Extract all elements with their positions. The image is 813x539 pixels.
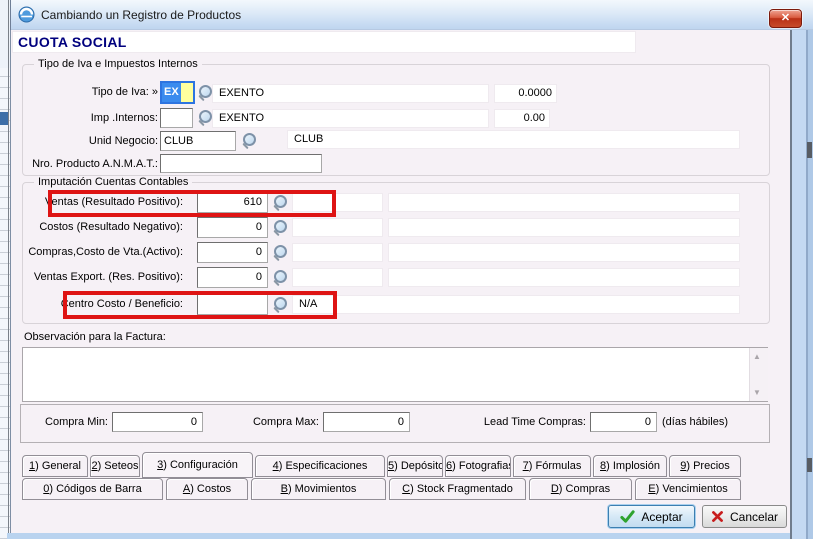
tab-seteos[interactable]: 2) Seteos	[90, 455, 140, 477]
lead-time-label: Lead Time Compras:	[460, 416, 586, 428]
unid-negocio-desc-field: CLUB	[287, 130, 740, 149]
tipo-iva-rate-field: 0.0000	[494, 84, 557, 103]
tab-implosi-n[interactable]: 8) Implosión	[593, 455, 667, 477]
highlight-box-centro-costo	[63, 291, 337, 319]
account-code-input[interactable]: 0	[197, 242, 268, 263]
iva-groupbox-legend: Tipo de Iva e Impuestos Internos	[34, 58, 202, 70]
tipo-iva-desc-field: EXENTO	[212, 84, 489, 103]
tab-movimientos[interactable]: B) Movimientos	[251, 478, 386, 500]
account-desc-field	[292, 218, 383, 237]
product-name-field: CUOTA SOCIAL	[12, 31, 636, 53]
compra-min-label: Compra Min:	[20, 416, 108, 428]
window-right-border	[790, 30, 813, 539]
scroll-up-icon[interactable]: ▲	[753, 353, 761, 361]
cuentas-groupbox-legend: Imputación Cuentas Contables	[34, 176, 192, 188]
tab-c-digos-de-barra[interactable]: 0) Códigos de Barra	[22, 478, 163, 500]
background-fragment	[807, 142, 812, 158]
accept-button[interactable]: Aceptar	[608, 505, 695, 528]
compra-min-input[interactable]: 0	[112, 412, 203, 432]
imp-internos-input[interactable]	[160, 108, 193, 128]
account-name-field	[388, 193, 740, 212]
window-title: Cambiando un Registro de Productos	[41, 8, 241, 22]
anmat-input[interactable]	[160, 154, 322, 173]
tab-f-rmulas[interactable]: 7) Fórmulas	[513, 455, 591, 477]
unid-negocio-search-icon[interactable]	[241, 133, 257, 148]
tipo-iva-input[interactable]: EX	[160, 81, 195, 104]
highlight-box-ventas	[48, 190, 336, 217]
lead-time-suffix: (días hábiles)	[662, 416, 728, 428]
account-code-input[interactable]: 0	[197, 217, 268, 238]
tab-fotografias[interactable]: 6) Fotografias	[445, 455, 511, 477]
unid-negocio-label: Unid Negocio:	[0, 135, 158, 147]
x-icon	[711, 510, 724, 523]
account-search-icon[interactable]	[272, 270, 288, 285]
compra-max-input[interactable]: 0	[323, 412, 410, 432]
account-code-input[interactable]: 0	[197, 267, 268, 288]
tab-compras[interactable]: D) Compras	[529, 478, 632, 500]
cancel-button-label: Cancelar	[730, 510, 778, 524]
account-name-field	[388, 243, 740, 262]
tab-configuraci-n[interactable]: 3) Configuración	[142, 452, 253, 478]
account-search-icon[interactable]	[272, 245, 288, 260]
dialog-titlebar[interactable]: Cambiando un Registro de Productos ✕	[10, 0, 813, 30]
tab-dep-sito[interactable]: 5) Depósito	[387, 455, 443, 477]
window-bottom-border	[7, 533, 790, 539]
close-button[interactable]: ✕	[769, 9, 802, 28]
close-icon: ✕	[781, 12, 790, 24]
imp-internos-search-icon[interactable]	[197, 110, 213, 125]
observacion-textarea[interactable]	[22, 347, 768, 402]
app-icon	[18, 6, 35, 23]
compra-max-label: Compra Max:	[230, 416, 319, 428]
background-fragment	[807, 458, 812, 472]
tipo-iva-selected-text: EX	[162, 83, 181, 102]
tipo-iva-search-icon[interactable]	[197, 85, 213, 100]
tab-stock-fragmentado[interactable]: C) Stock Fragmentado	[389, 478, 526, 500]
accept-button-label: Aceptar	[641, 510, 682, 524]
imp-internos-rate-field: 0.00	[494, 109, 550, 128]
account-name-field	[388, 268, 740, 287]
scroll-down-icon[interactable]: ▼	[753, 389, 761, 397]
account-desc-field	[292, 268, 383, 287]
tab-especificaciones[interactable]: 4) Especificaciones	[255, 455, 385, 477]
tab-precios[interactable]: 9) Precios	[669, 455, 741, 477]
account-desc-field: N/A	[292, 295, 740, 314]
observacion-label: Observación para la Factura:	[24, 331, 166, 343]
unid-negocio-input[interactable]: CLUB	[160, 131, 236, 151]
cancel-button[interactable]: Cancelar	[702, 505, 787, 528]
account-search-icon[interactable]	[272, 220, 288, 235]
tab-costos[interactable]: A) Costos	[166, 478, 248, 500]
anmat-label: Nro. Producto A.N.M.A.T.:	[0, 158, 158, 170]
background-grid-strip	[0, 0, 10, 539]
account-row-label: Costos (Resultado Negativo):	[8, 221, 183, 233]
account-row-label: Compras,Costo de Vta.(Activo):	[8, 246, 183, 258]
account-desc-field	[292, 243, 383, 262]
tab-vencimientos[interactable]: E) Vencimientos	[635, 478, 741, 500]
tab-general[interactable]: 1) General	[22, 455, 88, 477]
account-name-field	[388, 218, 740, 237]
check-icon	[620, 509, 635, 524]
imp-internos-desc-field: EXENTO	[212, 109, 489, 128]
imp-internos-label: Imp .Internos:	[0, 112, 158, 124]
account-row-label: Ventas Export. (Res. Positivo):	[8, 271, 183, 283]
lead-time-input[interactable]: 0	[590, 412, 657, 432]
tipo-iva-label: Tipo de Iva: »	[0, 86, 158, 98]
screen: Cambiando un Registro de Productos ✕ CUO…	[0, 0, 813, 539]
